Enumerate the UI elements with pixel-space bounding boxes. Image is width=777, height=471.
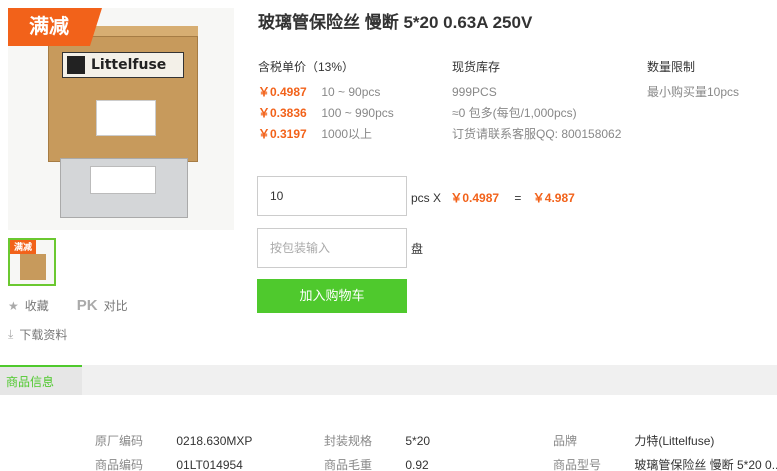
spec-item: 品牌 力特(Littelfuse) xyxy=(553,432,714,449)
pricing-header: 含税单价（13%） xyxy=(258,60,355,74)
limit-header: 数量限制 xyxy=(647,60,696,74)
spec-value: 0218.630MXP xyxy=(176,434,253,448)
box-label xyxy=(96,100,156,136)
tier-price: ￥0.3197 xyxy=(258,127,307,141)
tier-price: ￥0.3836 xyxy=(258,106,307,120)
order-contact: 订货请联系客服QQ: 800158062 xyxy=(452,127,622,141)
equals-sign: = xyxy=(514,191,522,205)
spec-key: 品牌 xyxy=(553,434,578,448)
tier-price: ￥0.4987 xyxy=(258,85,307,99)
min-order: 最小购买量10pcs xyxy=(647,85,740,99)
compare-label: 对比 xyxy=(103,299,128,313)
pk-icon: PK xyxy=(76,297,98,314)
tier-range: 1000以上 xyxy=(321,127,373,141)
box-brand-text: Littelfuse xyxy=(91,57,167,73)
spec-key: 原厂编码 xyxy=(95,434,144,448)
stock-column: 现货库存 999PCS ≈0 包多(每包/1,000pcs) 订货请联系客服QQ… xyxy=(452,58,642,145)
price-tier-row: ￥0.3197 1000以上 xyxy=(258,124,438,145)
spec-item: 封装规格 5*20 xyxy=(324,432,430,449)
spec-value: 5*20 xyxy=(405,434,431,448)
thumb-promo-badge: 满减 xyxy=(10,240,36,254)
product-thumbnail[interactable]: 满减 xyxy=(8,238,56,286)
price-tier-row: ￥0.3836 100 ~ 990pcs xyxy=(258,103,438,124)
quantity-input[interactable]: 10 xyxy=(257,176,407,216)
tier-range: 100 ~ 990pcs xyxy=(321,106,394,120)
price-calculation: pcs X ￥0.4987 = ￥4.987 xyxy=(411,189,575,206)
spec-key: 商品型号 xyxy=(553,458,602,471)
product-main-image: 满减 Littelfuse xyxy=(8,8,234,230)
spec-key: 商品毛重 xyxy=(324,458,373,471)
unit-multiplier: pcs X xyxy=(411,191,442,205)
spec-key: 商品编码 xyxy=(95,458,144,471)
tab-bar: 商品信息 xyxy=(0,365,777,395)
calc-unit-price: ￥0.4987 xyxy=(450,191,500,205)
favorite-button[interactable]: 收藏 xyxy=(25,297,49,314)
favorite-compare-row: ★ 收藏 PK 对比 xyxy=(8,297,128,314)
thumb-box-image xyxy=(20,254,46,280)
promo-badge: 满减 xyxy=(8,8,102,46)
download-icon: ⤓ xyxy=(8,327,14,341)
spec-item: 商品型号 玻璃管保险丝 慢断 5*20 0... xyxy=(553,456,777,471)
stock-package-info: ≈0 包多(每包/1,000pcs) xyxy=(452,106,577,120)
star-icon: ★ xyxy=(8,298,19,313)
stock-quantity: 999PCS xyxy=(452,85,497,99)
spec-key: 封装规格 xyxy=(324,434,373,448)
package-unit: 盘 xyxy=(411,242,424,256)
spec-value: 玻璃管保险丝 慢断 5*20 0... xyxy=(634,458,777,471)
download-docs-button[interactable]: ⤓ 下载资料 xyxy=(8,326,67,343)
tier-range: 10 ~ 90pcs xyxy=(321,85,381,99)
price-tier-row: ￥0.4987 10 ~ 90pcs xyxy=(258,82,438,103)
bag-label xyxy=(90,166,156,194)
product-title: 玻璃管保险丝 慢断 5*20 0.63A 250V xyxy=(258,13,533,32)
package-input[interactable]: 按包装输入 xyxy=(257,228,407,268)
spec-item: 商品编码 01LT014954 xyxy=(95,456,243,471)
spec-value: 力特(Littelfuse) xyxy=(634,434,715,448)
littelfuse-logo-icon xyxy=(67,56,85,74)
total-price: ￥4.987 xyxy=(532,191,575,205)
add-to-cart-button[interactable]: 加入购物车 xyxy=(257,279,407,313)
tab-product-info[interactable]: 商品信息 xyxy=(0,365,82,395)
compare-button[interactable]: PK 对比 xyxy=(77,297,128,314)
download-label: 下载资料 xyxy=(19,328,68,342)
spec-item: 商品毛重 0.92 xyxy=(324,456,429,471)
spec-item: 原厂编码 0218.630MXP xyxy=(95,432,252,449)
pricing-column: 含税单价（13%） ￥0.4987 10 ~ 90pcs ￥0.3836 100… xyxy=(258,58,438,145)
stock-header: 现货库存 xyxy=(452,60,501,74)
brand-logo: Littelfuse xyxy=(62,52,184,78)
spec-value: 01LT014954 xyxy=(176,458,243,471)
spec-value: 0.92 xyxy=(405,458,429,471)
limit-column: 数量限制 最小购买量10pcs xyxy=(647,58,775,103)
